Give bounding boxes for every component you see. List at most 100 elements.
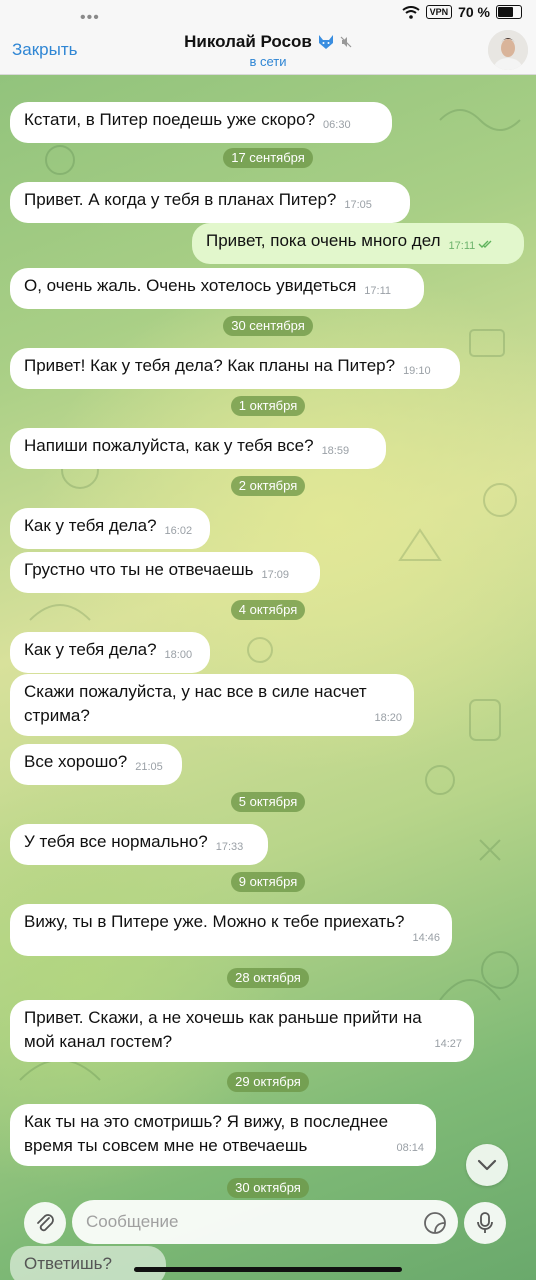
outgoing-message[interactable]: Привет, пока очень много дел 17:11 (192, 223, 524, 264)
message-time: 19:10 (403, 359, 431, 383)
status-bar-dots: ••• (80, 9, 100, 26)
battery-icon (496, 5, 522, 19)
message-text: Привет! Как у тебя дела? Как планы на Пи… (24, 356, 396, 375)
message-text: Скажи пожалуйста, у нас все в силе насче… (24, 682, 367, 725)
message-time-text: 17:11 (364, 285, 392, 297)
chat-title-block[interactable]: Николай Росов в сети (0, 32, 536, 69)
incoming-message[interactable]: Грустно что ты не отвечаешь 17:09 (10, 552, 320, 593)
message-text: Все хорошо? (24, 752, 128, 771)
message-input[interactable] (72, 1200, 458, 1244)
message-text: У тебя все нормально? (24, 832, 208, 851)
message-time: 14:27 (434, 1032, 462, 1056)
date-separator: 30 октября (0, 1178, 536, 1198)
muted-icon (340, 36, 352, 48)
date-separator-label: 9 октября (230, 872, 306, 892)
sticker-icon[interactable] (422, 1210, 448, 1236)
status-bar: ••• VPN 70 % (0, 0, 536, 28)
message-time: 21:05 (135, 755, 163, 779)
message-time: 06:30 (323, 113, 351, 137)
message-text: Напиши пожалуйста, как у тебя все? (24, 436, 314, 455)
message-time: 18:00 (165, 643, 193, 667)
message-time: 18:20 (374, 706, 402, 730)
message-time: 17:11 (449, 234, 495, 258)
message-time: 14:46 (412, 926, 440, 950)
date-separator-label: 29 октября (227, 1072, 309, 1092)
chat-header: Закрыть Николай Росов в сети (0, 28, 536, 75)
message-time: 17:05 (344, 193, 372, 217)
incoming-message[interactable]: Напиши пожалуйста, как у тебя все? 18:59 (10, 428, 386, 469)
contact-name-text: Николай Росов (184, 32, 312, 51)
message-text: О, очень жаль. Очень хотелось увидеться (24, 276, 357, 295)
message-text: Грустно что ты не отвечаешь (24, 560, 254, 579)
date-separator: 17 сентября (0, 148, 536, 168)
incoming-message[interactable]: Привет. Скажи, а не хочешь как раньше пр… (10, 1000, 474, 1062)
chevron-down-icon (477, 1159, 497, 1171)
message-time-text: 14:46 (412, 932, 440, 944)
voice-record-button[interactable] (464, 1202, 506, 1244)
battery-percent: 70 % (458, 4, 490, 20)
paperclip-icon (37, 1214, 54, 1232)
date-separator-label: 28 октября (227, 968, 309, 988)
message-time: 08:14 (396, 1136, 424, 1160)
message-time-text: 17:33 (215, 841, 244, 853)
message-time-text: 14:27 (434, 1038, 462, 1050)
message-text: Привет. А когда у тебя в планах Питер? (24, 190, 337, 209)
vpn-badge: VPN (425, 5, 453, 19)
date-separator-label: 30 сентября (223, 316, 313, 336)
message-time: 17:11 (364, 279, 391, 303)
attach-button[interactable] (24, 1202, 66, 1244)
incoming-message[interactable]: Вижу, ты в Питере уже. Можно к тебе прие… (10, 904, 452, 956)
incoming-message[interactable]: Скажи пожалуйста, у нас все в силе насче… (10, 674, 414, 736)
incoming-message[interactable]: Привет. А когда у тебя в планах Питер? 17… (10, 182, 410, 223)
message-time-text: 19:10 (403, 365, 431, 377)
date-separator-label: 1 октября (230, 396, 306, 416)
incoming-message[interactable]: Как у тебя дела? 18:00 (10, 632, 210, 673)
online-status: в сети (249, 54, 287, 69)
message-time: 17:33 (216, 835, 244, 859)
message-time: 16:02 (165, 519, 193, 543)
message-text: Как ты на это смотришь? Я вижу, в послед… (24, 1112, 389, 1155)
date-separator: 30 сентября (0, 316, 536, 336)
home-indicator (134, 1267, 402, 1272)
status-bar-right: VPN 70 % (401, 4, 522, 20)
message-time-text: 16:02 (164, 525, 193, 537)
date-separator: 28 октября (0, 968, 536, 988)
message-text: Кстати, в Питер поедешь уже скоро? (24, 110, 316, 129)
message-time: 18:59 (322, 439, 350, 463)
contact-name: Николай Росов (184, 32, 352, 52)
message-time-text: 08:14 (396, 1142, 424, 1154)
wifi-icon (401, 5, 420, 19)
scroll-down-button[interactable] (466, 1144, 508, 1186)
incoming-message[interactable]: У тебя все нормально? 17:33 (10, 824, 268, 865)
date-separator-label: 5 октября (230, 792, 306, 812)
date-separator-label: 30 октября (227, 1178, 309, 1198)
incoming-message[interactable]: Кстати, в Питер поедешь уже скоро? 06:30 (10, 102, 392, 143)
message-time-text: 06:30 (323, 119, 351, 131)
incoming-message[interactable]: Как ты на это смотришь? Я вижу, в послед… (10, 1104, 436, 1166)
message-time-text: 18:00 (164, 649, 193, 661)
date-separator: 5 октября (0, 792, 536, 812)
incoming-message[interactable]: О, очень жаль. Очень хотелось увидеться 1… (10, 268, 424, 309)
message-time-text: 17:09 (261, 569, 289, 581)
date-separator: 1 октября (0, 396, 536, 416)
message-text: Привет. Скажи, а не хочешь как раньше пр… (24, 1008, 422, 1051)
incoming-message[interactable]: Как у тебя дела? 16:02 (10, 508, 210, 549)
date-separator: 2 октября (0, 476, 536, 496)
message-text: Привет, пока очень много дел (206, 231, 441, 250)
message-time-text: 17:11 (448, 240, 476, 252)
date-separator: 9 октября (0, 872, 536, 892)
contact-avatar[interactable] (488, 30, 528, 70)
microphone-icon (477, 1212, 493, 1233)
date-separator-label: 2 октября (230, 476, 306, 496)
message-text: Как у тебя дела? (24, 640, 157, 659)
incoming-message[interactable]: Все хорошо? 21:05 (10, 744, 182, 785)
message-text: Вижу, ты в Питере уже. Можно к тебе прие… (24, 912, 405, 931)
incoming-message[interactable]: Привет! Как у тебя дела? Как планы на Пи… (10, 348, 460, 389)
fox-emoji-icon (318, 35, 333, 49)
date-separator-label: 4 октября (230, 600, 306, 620)
date-separator: 29 октября (0, 1072, 536, 1092)
message-time-text: 17:05 (344, 199, 372, 211)
double-check-icon (478, 240, 492, 248)
message-text: Как у тебя дела? (24, 516, 157, 535)
avatar-image (488, 30, 528, 70)
